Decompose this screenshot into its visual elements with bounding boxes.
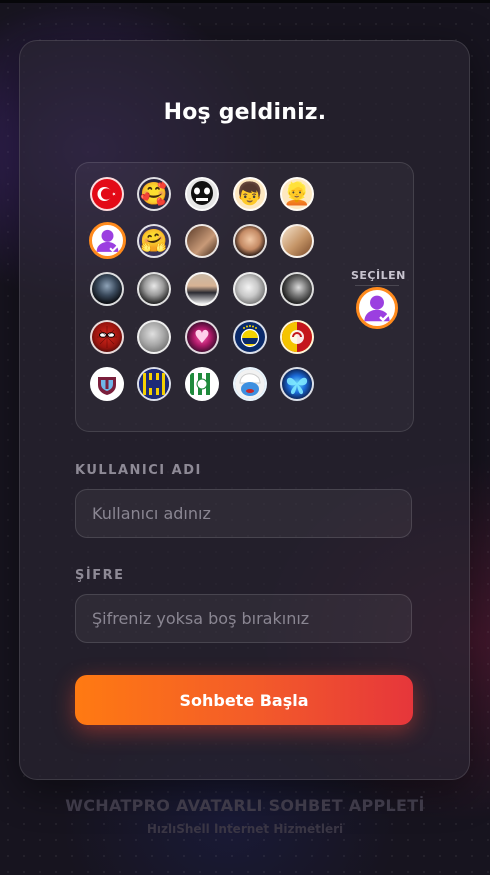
avatar-heart-eyes-emoji[interactable]: 🥰 xyxy=(137,177,171,211)
avatar-bw-portrait-man[interactable] xyxy=(137,272,171,306)
avatar-galatasaray[interactable] xyxy=(280,320,314,354)
avatar-pink-heart[interactable]: ♥ xyxy=(185,320,219,354)
turkish-flag-icon xyxy=(97,187,116,201)
avatar-blue-butterfly[interactable] xyxy=(280,367,314,401)
butterfly-icon xyxy=(286,377,308,395)
user-check-icon xyxy=(364,295,390,322)
selected-divider xyxy=(355,285,399,286)
selected-avatar-label: SEÇİLEN xyxy=(351,269,406,282)
avatar-hugging-emoji[interactable]: 🤗 xyxy=(137,224,171,258)
avatar-skull-face[interactable] xyxy=(185,177,219,211)
bursaspor-logo-icon xyxy=(187,369,217,399)
avatar-dark-portrait[interactable] xyxy=(90,272,124,306)
avatar-girl-emoji[interactable]: 👱 xyxy=(280,177,314,211)
user-check-icon xyxy=(96,229,119,253)
pink-heart-icon: ♥ xyxy=(193,326,211,348)
smurf-icon xyxy=(235,369,265,399)
password-label: ŞİFRE xyxy=(75,568,125,583)
avatar-bursaspor[interactable] xyxy=(185,367,219,401)
avatar-fenerbahce[interactable] xyxy=(233,320,267,354)
avatar-grey-photo[interactable] xyxy=(137,320,171,354)
page-title: Hoş geldiniz. xyxy=(163,100,327,125)
username-input[interactable] xyxy=(75,489,412,538)
footer-title: WCHATPRO AVATARLI SOHBET APPLETİ xyxy=(65,796,425,815)
avatar-trabzonspor[interactable] xyxy=(90,367,124,401)
boy-face-icon: 👦 xyxy=(236,181,264,207)
avatar-man-photo[interactable] xyxy=(185,224,219,258)
top-border xyxy=(0,0,490,3)
trabzonspor-logo-icon xyxy=(92,369,122,399)
ankaragucu-logo-icon xyxy=(139,369,169,399)
start-chat-button[interactable]: Sohbete Başla xyxy=(75,675,413,725)
spiderman-icon xyxy=(97,326,117,348)
avatar-woman-smoke-photo[interactable] xyxy=(280,272,314,306)
avatar-default[interactable] xyxy=(89,222,126,259)
skull-icon xyxy=(187,179,217,209)
avatar-ankaragucu[interactable] xyxy=(137,367,171,401)
hugging-face-icon: 🤗 xyxy=(140,228,168,254)
avatar-spiderman[interactable] xyxy=(90,320,124,354)
fenerbahce-logo-icon xyxy=(237,324,263,350)
avatar-bw-woman-photo[interactable] xyxy=(233,272,267,306)
avatar-turkish-flag[interactable] xyxy=(90,177,124,211)
blonde-girl-face-icon: 👱 xyxy=(283,181,311,207)
footer-subtitle: HızlıShell Internet Hizmetleri xyxy=(146,822,344,836)
avatar-hand-photo[interactable] xyxy=(280,224,314,258)
password-input[interactable] xyxy=(75,594,412,643)
avatar-suit-man-photo[interactable] xyxy=(185,272,219,306)
username-label: KULLANICI ADI xyxy=(75,463,202,478)
avatar-boy-emoji[interactable]: 👦 xyxy=(233,177,267,211)
galatasaray-logo-icon xyxy=(282,322,312,352)
avatar-smurf[interactable] xyxy=(233,367,267,401)
smiling-face-with-hearts-icon: 🥰 xyxy=(140,181,168,207)
avatar-baby-photo[interactable] xyxy=(233,224,267,258)
selected-avatar-preview xyxy=(356,287,398,329)
